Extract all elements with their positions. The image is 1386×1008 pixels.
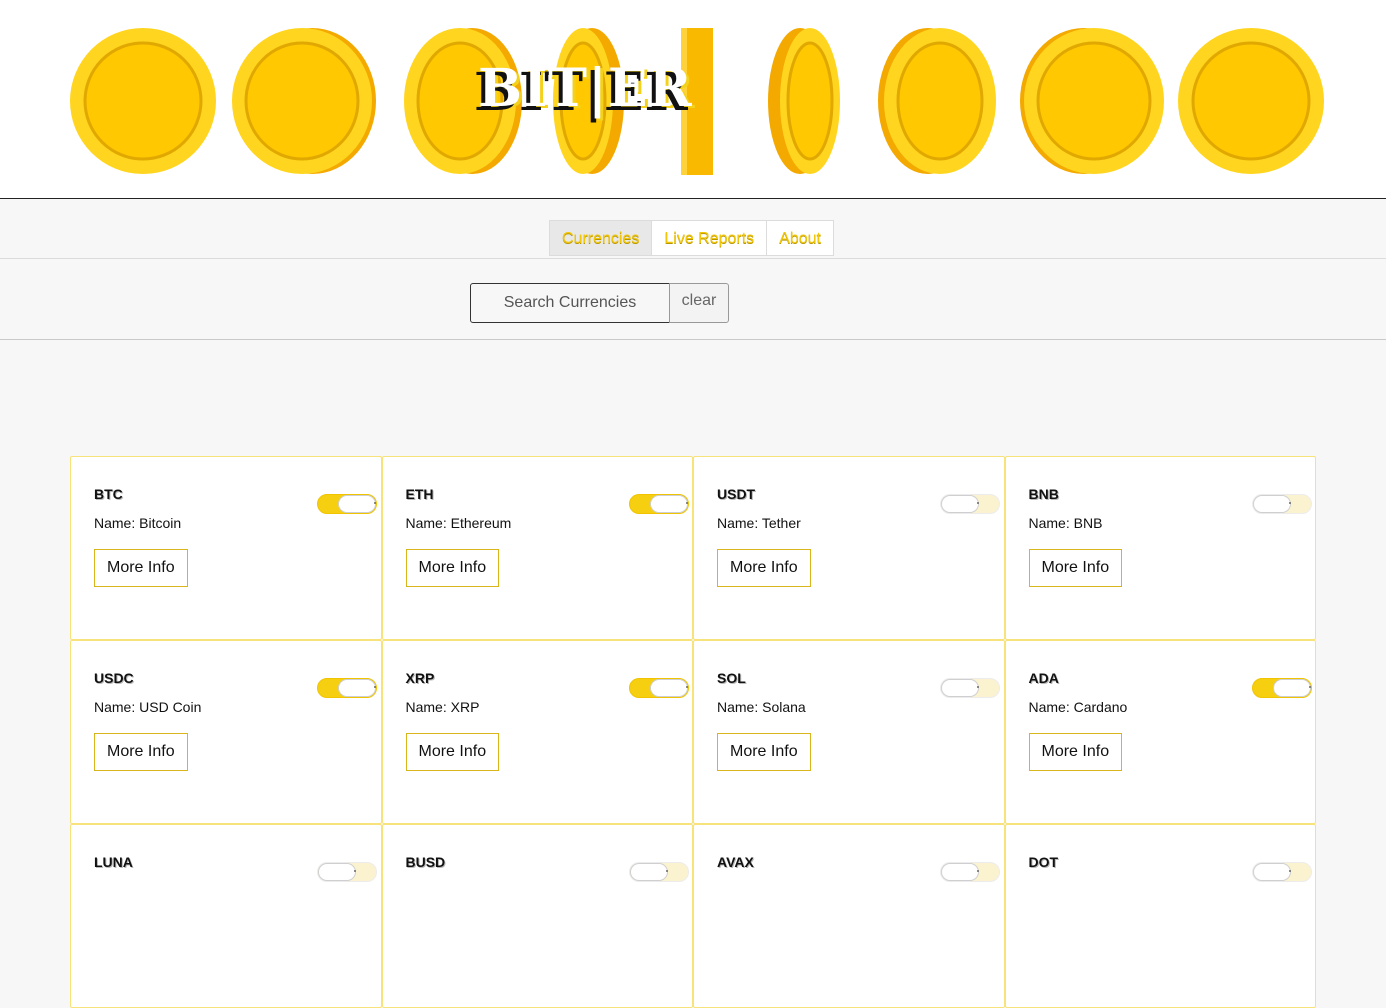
currency-symbol: USDT — [717, 486, 756, 502]
currency-card: ETH Name: Ethereum More Info — [381, 456, 693, 640]
search-bar: clear — [0, 259, 1386, 340]
site-header: BIT|ER — [0, 0, 1386, 199]
currency-name: Name: Solana — [717, 699, 806, 715]
track-toggle[interactable] — [317, 678, 377, 698]
currency-card: USDC Name: USD Coin More Info — [70, 640, 382, 824]
currency-grid: BTC Name: Bitcoin More Info ETH Name: Et… — [70, 456, 1316, 1008]
currency-symbol: DOT — [1028, 854, 1059, 870]
currency-symbol: BTC — [94, 486, 123, 502]
toggle-knob — [941, 495, 979, 513]
brand-logo: BIT|ER — [478, 58, 693, 119]
currency-symbol: ETH — [405, 486, 434, 502]
coin-icon — [768, 28, 840, 174]
more-info-button[interactable]: More Info — [1028, 549, 1123, 587]
coin-icon — [1020, 28, 1164, 174]
currency-symbol: USDC — [94, 670, 134, 686]
currency-card: XRP Name: XRP More Info — [381, 640, 693, 824]
currency-name: Name: Cardano — [1028, 699, 1128, 715]
currency-card: USDT Name: Tether More Info — [693, 456, 1005, 640]
track-toggle[interactable] — [628, 678, 689, 698]
more-info-button[interactable]: More Info — [717, 733, 811, 771]
track-toggle[interactable] — [628, 494, 689, 514]
toggle-dot — [374, 502, 376, 504]
more-info-button[interactable]: More Info — [94, 733, 188, 771]
tab-currencies[interactable]: Currencies — [549, 220, 653, 256]
more-info-button[interactable]: More Info — [94, 549, 188, 587]
currency-name: Name: USD Coin — [94, 699, 202, 715]
currency-name: Name: XRP — [405, 699, 480, 715]
track-toggle[interactable] — [940, 862, 1000, 882]
currency-symbol: XRP — [405, 670, 435, 686]
more-info-button[interactable]: More Info — [717, 549, 811, 587]
coin-icon — [1178, 28, 1324, 174]
currency-card: DOT — [1004, 824, 1316, 1008]
currency-name: Name: Ethereum — [405, 515, 512, 531]
track-toggle[interactable] — [628, 862, 689, 882]
currency-symbol: AVAX — [717, 854, 754, 870]
currency-name: Name: Bitcoin — [94, 515, 182, 531]
more-info-button[interactable]: More Info — [1028, 733, 1123, 771]
toggle-knob — [649, 495, 688, 513]
track-toggle[interactable] — [1251, 862, 1312, 882]
toggle-knob — [1252, 495, 1291, 513]
coins-banner — [70, 28, 1324, 175]
currency-card: BUSD — [381, 824, 693, 1008]
toggle-knob — [941, 679, 979, 697]
tab-live-reports[interactable]: Live Reports — [651, 220, 768, 256]
nav-bar: Currencies Live Reports About — [0, 199, 1386, 259]
toggle-knob — [629, 863, 668, 881]
toggle-knob — [1252, 863, 1291, 881]
currency-name: Name: BNB — [1028, 515, 1103, 531]
track-toggle[interactable] — [940, 494, 1000, 514]
nav-tabs: Currencies Live Reports About — [549, 220, 834, 256]
toggle-dot — [685, 686, 688, 688]
toggle-knob — [649, 679, 688, 697]
more-info-button[interactable]: More Info — [405, 733, 500, 771]
currency-card: ADA Name: Cardano More Info — [1004, 640, 1316, 824]
currency-card: SOL Name: Solana More Info — [693, 640, 1005, 824]
clear-button[interactable]: clear — [669, 283, 729, 323]
toggle-dot — [1288, 502, 1291, 504]
toggle-knob — [338, 495, 376, 513]
currency-symbol: SOL — [717, 670, 746, 686]
toggle-dot — [1288, 870, 1291, 872]
currency-name: Name: Tether — [717, 515, 801, 531]
coin-icon — [232, 28, 376, 174]
search-input[interactable] — [470, 283, 670, 323]
currency-symbol: LUNA — [94, 854, 133, 870]
currency-card: AVAX — [693, 824, 1005, 1008]
currency-symbol: BUSD — [405, 854, 446, 870]
more-info-button[interactable]: More Info — [405, 549, 500, 587]
toggle-dot — [1308, 686, 1311, 688]
currency-card: BTC Name: Bitcoin More Info — [70, 456, 382, 640]
track-toggle[interactable] — [1251, 494, 1312, 514]
currency-card: LUNA — [70, 824, 382, 1008]
toggle-dot — [977, 870, 979, 872]
currency-symbol: ADA — [1028, 670, 1059, 686]
toggle-dot — [977, 502, 979, 504]
coin-icon — [878, 28, 996, 174]
toggle-dot — [374, 686, 376, 688]
toggle-dot — [665, 870, 668, 872]
toggle-knob — [318, 863, 356, 881]
toggle-dot — [685, 502, 688, 504]
toggle-knob — [1272, 679, 1311, 697]
currency-card: BNB Name: BNB More Info — [1004, 456, 1316, 640]
toggle-knob — [941, 863, 979, 881]
toggle-dot — [354, 870, 356, 872]
track-toggle[interactable] — [317, 494, 377, 514]
track-toggle[interactable] — [1251, 678, 1312, 698]
track-toggle[interactable] — [940, 678, 1000, 698]
currency-symbol: BNB — [1028, 486, 1059, 502]
toggle-dot — [977, 686, 979, 688]
coin-icon — [70, 28, 216, 174]
tab-about[interactable]: About — [766, 220, 834, 256]
toggle-knob — [338, 679, 376, 697]
track-toggle[interactable] — [317, 862, 377, 882]
